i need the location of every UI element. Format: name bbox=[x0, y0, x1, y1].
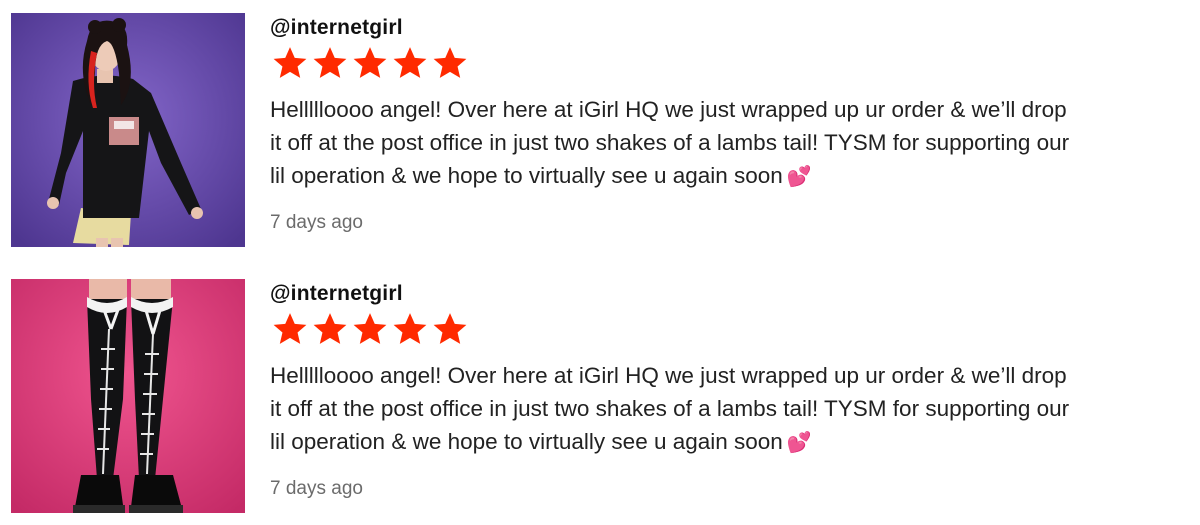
review-photo[interactable] bbox=[11, 279, 245, 513]
message-line: Hellllloooo angel! Over here at iGirl HQ… bbox=[270, 363, 1067, 388]
message-line: Hellllloooo angel! Over here at iGirl HQ… bbox=[270, 97, 1067, 122]
review-card: @internetgirl Hellllloooo angel! Over he… bbox=[0, 10, 1200, 250]
star-icon bbox=[312, 46, 348, 80]
star-rating bbox=[272, 312, 468, 346]
star-icon bbox=[272, 46, 308, 80]
review-timestamp: 7 days ago bbox=[270, 212, 363, 233]
message-line: it off at the post office in just two sh… bbox=[270, 130, 1070, 155]
review-card: @internetgirl Hellllloooo angel! Over he… bbox=[0, 276, 1200, 516]
star-icon bbox=[272, 312, 308, 346]
review-photo[interactable] bbox=[11, 13, 245, 247]
message-line: it off at the post office in just two sh… bbox=[270, 396, 1070, 421]
star-icon bbox=[392, 312, 428, 346]
star-icon bbox=[312, 312, 348, 346]
star-icon bbox=[352, 312, 388, 346]
star-rating bbox=[272, 46, 468, 80]
two-hearts-icon: 💕 bbox=[786, 166, 812, 188]
star-icon bbox=[432, 312, 468, 346]
review-message: Hellllloooo angel! Over here at iGirl HQ… bbox=[270, 359, 1190, 460]
star-icon bbox=[392, 46, 428, 80]
product-photo-socks bbox=[11, 279, 245, 513]
star-icon bbox=[352, 46, 388, 80]
star-icon bbox=[432, 46, 468, 80]
review-timestamp: 7 days ago bbox=[270, 478, 363, 499]
message-line: lil operation & we hope to virtually see… bbox=[270, 429, 783, 454]
reviewer-username[interactable]: @internetgirl bbox=[270, 282, 403, 306]
message-line: lil operation & we hope to virtually see… bbox=[270, 163, 783, 188]
product-photo-sweatshirt bbox=[11, 13, 245, 247]
reviewer-username[interactable]: @internetgirl bbox=[270, 16, 403, 40]
two-hearts-icon: 💕 bbox=[786, 432, 812, 454]
review-message: Hellllloooo angel! Over here at iGirl HQ… bbox=[270, 93, 1190, 194]
